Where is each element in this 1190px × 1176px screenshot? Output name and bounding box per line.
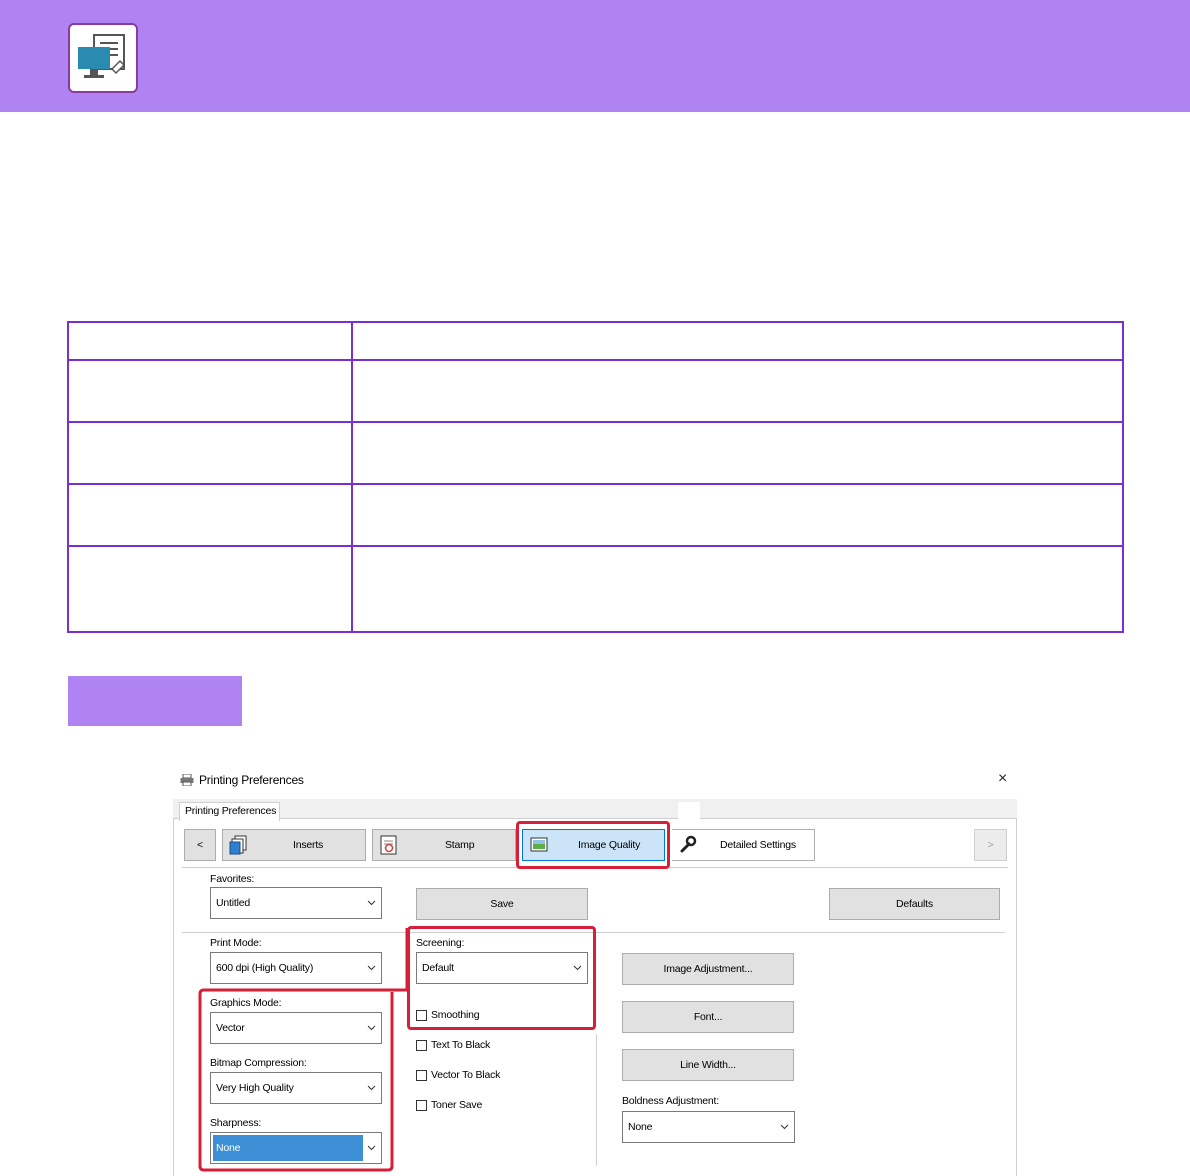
tab-strip (173, 799, 1017, 819)
favorites-select[interactable]: Untitled (210, 887, 382, 919)
nav-prev-label: < (197, 839, 203, 851)
printing-preferences-dialog: Printing Preferences × Printing Preferen… (172, 766, 1019, 1176)
chevron-down-icon (367, 900, 376, 906)
tab-inserts[interactable]: Inserts (222, 829, 366, 861)
settings-table (67, 321, 1124, 633)
defaults-button[interactable]: Defaults (829, 888, 1000, 920)
nav-prev-button[interactable]: < (184, 829, 216, 861)
font-button[interactable]: Font... (622, 1001, 794, 1033)
boldness-adjustment-value: None (628, 1121, 653, 1133)
tab-detailed-settings[interactable]: Detailed Settings (672, 829, 815, 861)
table-row-divider (69, 483, 1122, 485)
inserts-icon (229, 835, 247, 855)
tab-separator (182, 867, 1008, 868)
header-banner (0, 0, 1190, 112)
tab-image-quality-label: Image Quality (578, 839, 641, 851)
close-button[interactable]: × (998, 770, 1007, 788)
table-header-divider (69, 359, 1122, 361)
image-quality-icon (530, 837, 548, 852)
tab-stamp-label: Stamp (445, 839, 475, 851)
note-label-box (68, 676, 242, 726)
print-from-pc-icon (68, 23, 138, 93)
tab-printing-preferences[interactable]: Printing Preferences (179, 802, 280, 821)
tab-detailed-settings-label: Detailed Settings (720, 839, 796, 851)
boldness-adjustment-label: Boldness Adjustment: (622, 1095, 719, 1107)
save-button[interactable]: Save (416, 888, 588, 920)
table-row-divider (69, 421, 1122, 423)
boldness-adjustment-select[interactable]: None (622, 1111, 795, 1143)
stamp-icon (380, 835, 397, 855)
tab-blank (678, 802, 700, 819)
tab-inserts-label: Inserts (293, 839, 324, 851)
line-width-button[interactable]: Line Width... (622, 1049, 794, 1081)
image-adjustment-button[interactable]: Image Adjustment... (622, 953, 794, 985)
wrench-icon (680, 835, 697, 853)
dialog-title: Printing Preferences (199, 773, 304, 787)
favorites-label: Favorites: (210, 873, 255, 885)
chevron-down-icon (780, 1124, 789, 1130)
nav-next-button[interactable]: > (974, 829, 1007, 861)
printer-icon (180, 774, 194, 786)
nav-next-label: > (987, 839, 994, 851)
table-row-divider (69, 545, 1122, 547)
favorites-value: Untitled (216, 897, 251, 909)
tab-image-quality[interactable]: Image Quality (522, 829, 665, 861)
tab-stamp[interactable]: Stamp (372, 829, 516, 861)
graphics-settings-callout (198, 928, 409, 1172)
table-column-divider (351, 323, 353, 631)
